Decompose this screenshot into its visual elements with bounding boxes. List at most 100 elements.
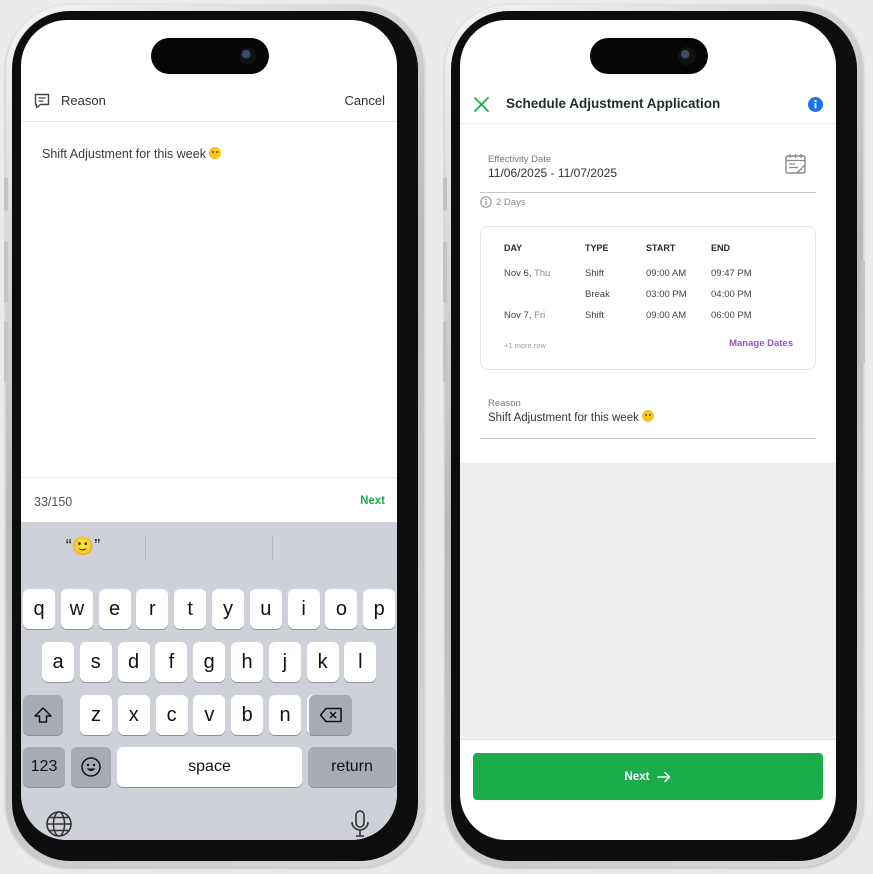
reason-text: Shift Adjustment for this week: [42, 147, 206, 161]
divider: [460, 123, 836, 124]
row-type: Break: [585, 289, 610, 300]
column-header-start: START: [646, 243, 676, 253]
cancel-button[interactable]: Cancel: [345, 93, 385, 108]
duration-text: 2 Days: [496, 196, 526, 208]
key-c[interactable]: c: [155, 695, 188, 735]
arrow-right-icon: [657, 771, 671, 782]
schedule-table-card: DAY TYPE START END Nov 6, Thu Shift 09:0…: [480, 226, 816, 370]
camera-lens: [239, 47, 257, 65]
key-w[interactable]: w: [60, 589, 93, 629]
shift-icon: [34, 707, 52, 723]
key-d[interactable]: d: [117, 642, 150, 682]
key-n[interactable]: n: [269, 695, 301, 735]
volume-up-button: [443, 241, 447, 303]
comment-icon: [33, 92, 51, 115]
effectivity-date-value: 11/06/2025 - 11/07/2025: [488, 166, 617, 180]
row-end: 04:00 PM: [711, 289, 752, 300]
key-b[interactable]: b: [231, 695, 264, 735]
column-header-type: TYPE: [585, 243, 609, 253]
duration-hint: 2 Days: [480, 196, 526, 208]
next-button-label: Next: [624, 770, 650, 783]
app-header: Schedule Adjustment Application: [460, 88, 836, 122]
row-type: Shift: [585, 268, 605, 279]
smile-emoji-icon: [209, 147, 222, 159]
page-title: Schedule Adjustment Application: [506, 96, 721, 111]
suggestion-3[interactable]: [273, 536, 397, 560]
key-i[interactable]: i: [287, 589, 320, 629]
reason-label: Reason: [488, 398, 521, 409]
side-button: [861, 261, 865, 363]
editor-header: Reason Cancel: [21, 88, 397, 120]
microphone-icon[interactable]: [349, 809, 371, 840]
divider: [460, 739, 836, 740]
close-icon[interactable]: [473, 96, 490, 118]
row-type: Shift: [585, 310, 605, 321]
key-s[interactable]: s: [79, 642, 112, 682]
reason-field[interactable]: Reason Shift Adjustment for this week: [480, 392, 816, 439]
calendar-icon[interactable]: [784, 152, 808, 181]
globe-icon[interactable]: [45, 810, 73, 840]
info-outline-icon: [480, 196, 492, 208]
volume-down-button: [443, 321, 447, 383]
next-button[interactable]: Next: [473, 753, 823, 800]
key-q[interactable]: q: [23, 589, 55, 629]
key-l[interactable]: l: [344, 642, 377, 682]
key-t[interactable]: t: [174, 589, 207, 629]
suggestion-2[interactable]: [146, 536, 272, 560]
dynamic-island: [590, 38, 708, 74]
key-p[interactable]: p: [363, 589, 396, 629]
reason-value: Shift Adjustment for this week: [488, 410, 655, 424]
volume-down-button: [4, 321, 8, 383]
reason-editor-screen: Reason Cancel Shift Adjustment for this …: [21, 20, 397, 840]
camera-lens: [678, 47, 696, 65]
row-end: 06:00 PM: [711, 310, 752, 321]
return-key[interactable]: return: [308, 747, 396, 787]
row-day: Nov 7, Fri: [504, 310, 546, 321]
key-o[interactable]: o: [325, 589, 358, 629]
shift-key[interactable]: [23, 695, 63, 735]
key-k[interactable]: k: [306, 642, 339, 682]
phone-right: Schedule Adjustment Application Effectiv…: [443, 5, 865, 867]
info-icon[interactable]: [808, 97, 823, 117]
key-f[interactable]: f: [155, 642, 188, 682]
effectivity-date-field[interactable]: Effectivity Date 11/06/2025 - 11/07/2025: [480, 148, 816, 193]
schedule-adjustment-screen: Schedule Adjustment Application Effectiv…: [460, 20, 836, 840]
key-z[interactable]: z: [80, 695, 112, 735]
manage-dates-link[interactable]: Manage Dates: [729, 338, 793, 349]
row-start: 09:00 AM: [646, 310, 687, 321]
key-r[interactable]: r: [136, 589, 169, 629]
keyboard: “🙂” qwertyuiopasdfghjklzxcvbnm 123 space…: [21, 522, 397, 840]
row-start: 09:00 AM: [646, 268, 687, 279]
key-h[interactable]: h: [231, 642, 263, 682]
emoji-icon: [81, 757, 101, 777]
space-key[interactable]: space: [117, 747, 302, 787]
backspace-icon: [319, 707, 342, 723]
reason-textarea[interactable]: Shift Adjustment for this week: [42, 147, 222, 161]
key-x[interactable]: x: [117, 695, 150, 735]
mute-switch: [4, 177, 8, 211]
mute-switch: [443, 177, 447, 211]
character-counter: 33/150: [34, 495, 73, 509]
row-start: 03:00 PM: [646, 289, 687, 300]
row-end: 09:47 PM: [711, 268, 752, 279]
key-u[interactable]: u: [249, 589, 282, 629]
volume-up-button: [4, 241, 8, 303]
key-g[interactable]: g: [193, 642, 226, 682]
key-j[interactable]: j: [268, 642, 301, 682]
next-button[interactable]: Next: [360, 495, 385, 507]
smile-emoji-icon: [642, 410, 655, 422]
column-header-end: END: [711, 243, 731, 253]
key-v[interactable]: v: [193, 695, 226, 735]
key-e[interactable]: e: [98, 589, 131, 629]
divider: [21, 477, 397, 478]
empty-area: [460, 463, 836, 739]
column-header-day: DAY: [504, 243, 523, 253]
numbers-key[interactable]: 123: [23, 747, 65, 787]
key-a[interactable]: a: [42, 642, 74, 682]
suggestion-1[interactable]: “🙂”: [21, 536, 145, 560]
emoji-key[interactable]: [71, 747, 111, 787]
backspace-key[interactable]: [309, 695, 352, 735]
key-y[interactable]: y: [212, 589, 244, 629]
phone-left: Reason Cancel Shift Adjustment for this …: [4, 5, 424, 867]
row-day: Nov 6, Thu: [504, 268, 551, 279]
